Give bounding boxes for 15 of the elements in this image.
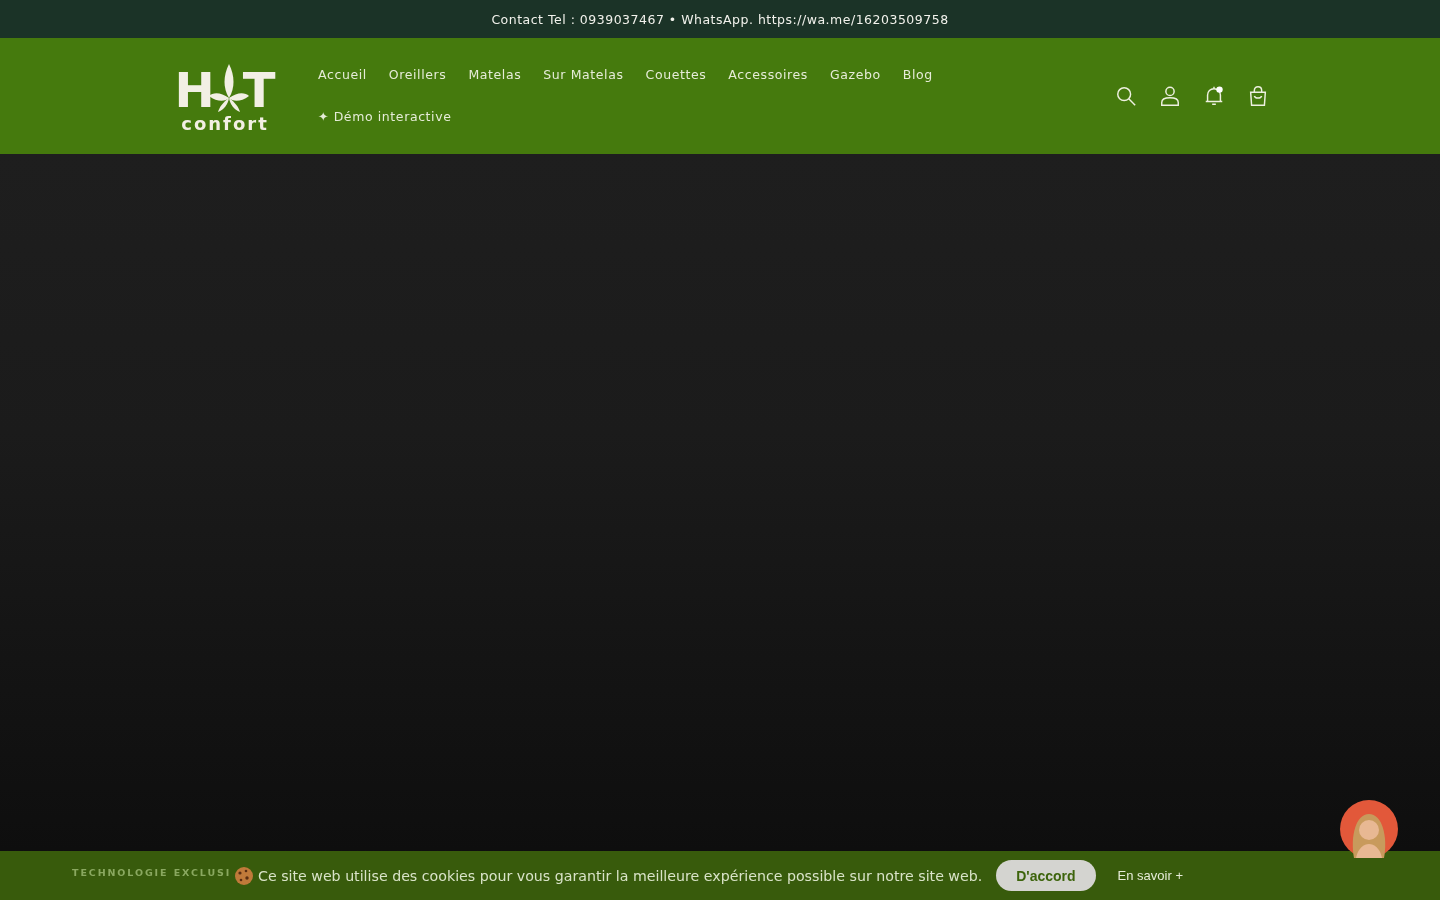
nav-link[interactable]: Accueil — [318, 64, 367, 86]
cookie-message: Ce site web utilise des cookies pour vous garantir la meilleure expérience possible sur notre site web. — [258, 867, 983, 884]
logo[interactable]: H T confort — [170, 58, 280, 134]
accept-button[interactable]: D'accord — [996, 860, 1096, 891]
nav-link[interactable]: Blog — [902, 64, 933, 86]
nav-link[interactable]: Matelas — [468, 64, 522, 86]
nav-link[interactable]: Gazebo — [829, 64, 881, 86]
nav-link[interactable]: Sur Matelas — [543, 64, 624, 86]
nav-link[interactable]: Couettes — [645, 64, 707, 86]
learn-more-link[interactable]: En savoir + — [1117, 868, 1183, 883]
hero-eyebrow: TECHNOLOGIE EXCLUSI — [72, 867, 232, 878]
nav-link[interactable]: Oreillers — [388, 64, 447, 86]
nav-link[interactable]: ✦ Démo interactive — [318, 106, 452, 128]
nav-link[interactable]: Accessoires — [728, 64, 808, 86]
announcement-text: Contact Tel : 0939037467 • WhatsApp. https://wa.me/16203509758 — [491, 11, 949, 27]
